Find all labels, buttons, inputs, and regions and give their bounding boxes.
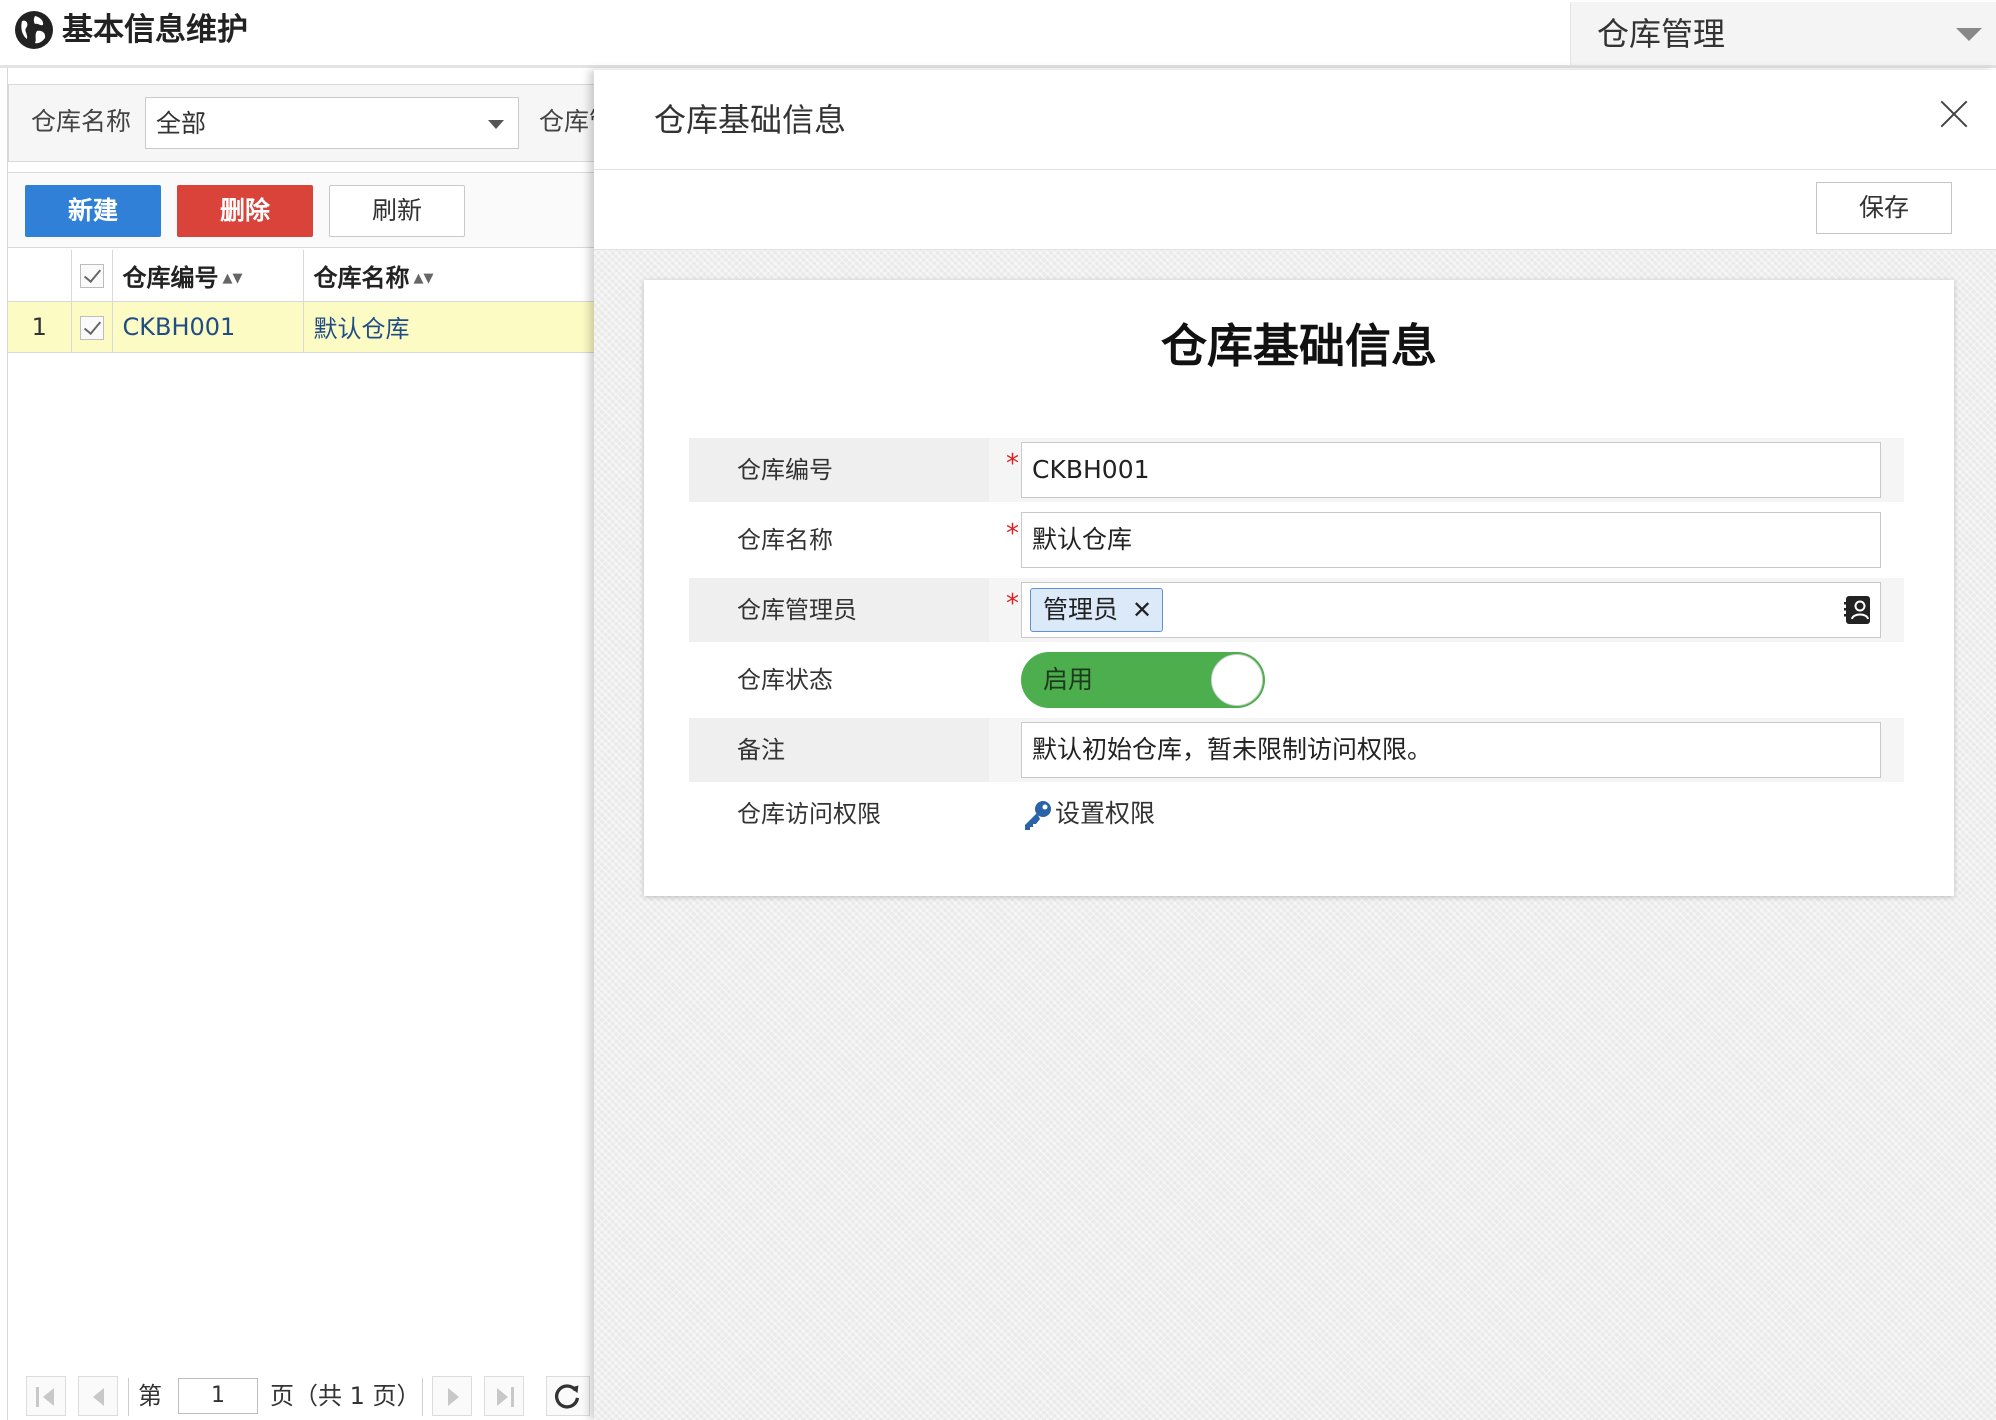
required-mark: * — [1006, 519, 1019, 549]
first-page-icon[interactable] — [26, 1376, 66, 1416]
next-page-icon[interactable] — [432, 1376, 472, 1416]
table-row[interactable]: 1 CKBH001 默认仓库 — [8, 301, 597, 353]
new-button[interactable]: 新建 — [25, 185, 161, 237]
pager-divider — [422, 1378, 423, 1416]
column-header-name-label: 仓库名称 — [313, 263, 410, 292]
set-permission-link[interactable]: 设置权限 — [1021, 782, 1155, 846]
pager-suffix: 页（共 1 页） — [270, 1382, 421, 1410]
refresh-icon[interactable] — [546, 1376, 590, 1416]
column-header-code[interactable]: 仓库编号 ▲▼ — [112, 250, 304, 302]
warehouse-table: 仓库编号 ▲▼ 仓库名称 ▲▼ 1 CKBH001 默认仓库 — [8, 250, 597, 353]
warehouse-code-input[interactable]: CKBH001 — [1021, 442, 1881, 498]
delete-button[interactable]: 删除 — [177, 185, 313, 237]
drawer-toolbar: 保存 — [594, 170, 1996, 250]
chevron-down-icon — [1956, 28, 1982, 41]
key-icon — [1025, 801, 1051, 830]
set-permission-label: 设置权限 — [1055, 799, 1156, 828]
warehouse-name-input[interactable]: 默认仓库 — [1021, 512, 1881, 568]
pager-divider — [128, 1378, 129, 1416]
pager-prefix: 第 — [138, 1382, 162, 1410]
required-mark: * — [1006, 589, 1019, 619]
warehouse-name-filter[interactable]: 全部 — [145, 97, 519, 149]
contact-card-icon[interactable] — [1844, 595, 1872, 625]
form-row-remark: 备注 默认初始仓库，暂未限制访问权限。 — [689, 718, 1904, 782]
remark-input[interactable]: 默认初始仓库，暂未限制访问权限。 — [1021, 722, 1881, 778]
form-row-manager: 仓库管理员 * 管理员 ✕ — [689, 578, 1904, 642]
sort-icon[interactable]: ▲▼ — [414, 271, 434, 286]
module-selector-value: 仓库管理 — [1597, 15, 1726, 53]
filter-bar: 仓库名称 全部 仓库管 — [8, 84, 614, 162]
form-row-status: 仓库状态 启用 — [689, 648, 1904, 712]
page-number-input[interactable]: 1 — [178, 1378, 258, 1414]
field-label: 仓库状态 — [737, 666, 833, 694]
module-selector[interactable]: 仓库管理 — [1570, 2, 1996, 65]
column-header-code-label: 仓库编号 — [122, 263, 219, 292]
list-toolbar: 新建 删除 刷新 — [8, 172, 596, 248]
warehouse-detail-drawer: 仓库基础信息 保存 仓库基础信息 仓库编号 * CKBH001 仓库名称 * 默… — [594, 70, 1996, 1420]
manager-tag-label: 管理员 — [1043, 595, 1119, 624]
manager-tag: 管理员 ✕ — [1030, 588, 1164, 632]
sort-icon[interactable]: ▲▼ — [223, 271, 243, 286]
chevron-down-icon — [488, 120, 504, 129]
form-row-code: 仓库编号 * CKBH001 — [689, 438, 1904, 502]
top-header: 基本信息维护 仓库管理 — [0, 0, 1996, 68]
refresh-button[interactable]: 刷新 — [329, 185, 465, 237]
save-button[interactable]: 保存 — [1816, 182, 1952, 234]
toggle-knob — [1211, 654, 1263, 706]
required-mark: * — [1006, 449, 1019, 479]
row-checkbox[interactable] — [71, 301, 113, 353]
drawer-header: 仓库基础信息 — [594, 70, 1996, 170]
form-title: 仓库基础信息 — [1161, 319, 1437, 373]
status-toggle[interactable]: 启用 — [1021, 652, 1265, 708]
field-label: 仓库编号 — [689, 438, 989, 502]
warehouse-list-panel: 仓库名称 全部 仓库管 新建 删除 刷新 仓库编号 ▲▼ 仓库名称 ▲▼ 1 CKB… — [7, 68, 614, 1420]
field-label: 仓库访问权限 — [737, 800, 881, 828]
cell-code[interactable]: CKBH001 — [112, 301, 304, 353]
app-title: 基本信息维护 — [62, 12, 248, 48]
field-label: 仓库管理员 — [689, 578, 989, 642]
warehouse-manager-picker[interactable]: 管理员 ✕ — [1021, 582, 1881, 638]
form-card: 仓库基础信息 仓库编号 * CKBH001 仓库名称 * 默认仓库 仓库管理员 … — [644, 280, 1954, 896]
field-label: 备注 — [689, 718, 989, 782]
filter-label: 仓库名称 — [31, 107, 132, 136]
form-row-access: 仓库访问权限 设置权限 — [689, 782, 1904, 846]
drawer-title: 仓库基础信息 — [654, 101, 847, 139]
form-row-name: 仓库名称 * 默认仓库 — [689, 508, 1904, 572]
row-number: 1 — [8, 301, 72, 353]
prev-page-icon[interactable] — [78, 1376, 118, 1416]
pagination: 第 1 页（共 1 页） — [8, 1366, 596, 1420]
cell-name[interactable]: 默认仓库 — [303, 301, 597, 353]
filter-value: 全部 — [156, 109, 207, 138]
last-page-icon[interactable] — [484, 1376, 524, 1416]
close-icon[interactable] — [1938, 98, 1970, 130]
row-number-header — [8, 250, 72, 302]
column-header-name[interactable]: 仓库名称 ▲▼ — [303, 250, 597, 302]
globe-icon — [15, 11, 53, 49]
field-label: 仓库名称 — [737, 526, 833, 554]
status-toggle-label: 启用 — [1043, 665, 1094, 694]
table-header-row: 仓库编号 ▲▼ 仓库名称 ▲▼ — [8, 250, 597, 302]
remove-tag-icon[interactable]: ✕ — [1132, 596, 1152, 624]
select-all-checkbox[interactable] — [71, 250, 113, 302]
